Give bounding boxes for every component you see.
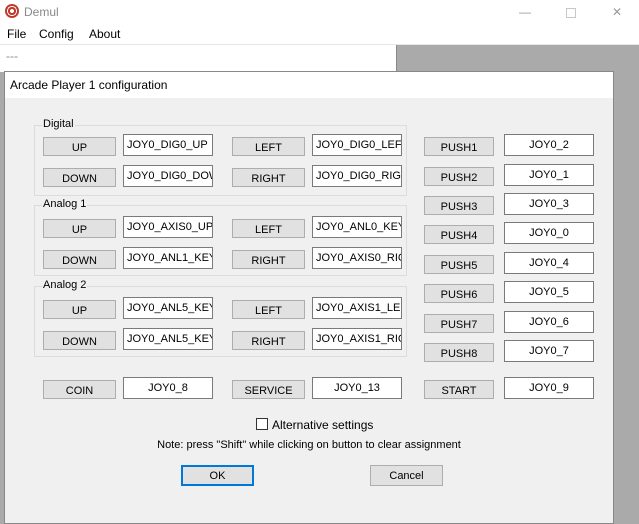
push3-button[interactable]: PUSH3 bbox=[424, 196, 494, 215]
alternative-settings-label[interactable]: Alternative settings bbox=[272, 418, 373, 432]
menu-config[interactable]: Config bbox=[39, 27, 74, 41]
analog1-left-button[interactable]: LEFT bbox=[232, 219, 305, 238]
analog2-left-field[interactable]: JOY0_AXIS1_LEFT bbox=[312, 297, 402, 319]
start-field[interactable]: JOY0_9 bbox=[504, 377, 594, 399]
group-analog2-label: Analog 2 bbox=[42, 279, 88, 291]
service-field[interactable]: JOY0_13 bbox=[312, 377, 402, 399]
digital-right-field[interactable]: JOY0_DIG0_RIGHT bbox=[312, 165, 402, 187]
dialog-title: Arcade Player 1 configuration bbox=[10, 78, 168, 92]
push1-button[interactable]: PUSH1 bbox=[424, 137, 494, 156]
push4-button[interactable]: PUSH4 bbox=[424, 225, 494, 244]
push2-field[interactable]: JOY0_1 bbox=[504, 164, 594, 186]
analog1-up-button[interactable]: UP bbox=[43, 219, 116, 238]
digital-down-field[interactable]: JOY0_DIG0_DOWN bbox=[123, 165, 213, 187]
push8-button[interactable]: PUSH8 bbox=[424, 343, 494, 362]
maximize-button[interactable] bbox=[556, 2, 586, 22]
minimize-button[interactable]: — bbox=[510, 2, 540, 22]
analog2-down-button[interactable]: DOWN bbox=[43, 331, 116, 350]
push7-field[interactable]: JOY0_6 bbox=[504, 311, 594, 333]
analog2-up-field[interactable]: JOY0_ANL5_KEY bbox=[123, 297, 213, 319]
config-dialog: Arcade Player 1 configuration Digital UP… bbox=[4, 71, 614, 524]
analog1-right-button[interactable]: RIGHT bbox=[232, 250, 305, 269]
analog1-up-field[interactable]: JOY0_AXIS0_UP bbox=[123, 216, 213, 238]
digital-right-button[interactable]: RIGHT bbox=[232, 168, 305, 187]
coin-field[interactable]: JOY0_8 bbox=[123, 377, 213, 399]
push2-button[interactable]: PUSH2 bbox=[424, 167, 494, 186]
analog1-left-field[interactable]: JOY0_ANL0_KEY bbox=[312, 216, 402, 238]
analog2-up-button[interactable]: UP bbox=[43, 300, 116, 319]
analog2-left-button[interactable]: LEFT bbox=[232, 300, 305, 319]
analog1-down-button[interactable]: DOWN bbox=[43, 250, 116, 269]
menu-file[interactable]: File bbox=[7, 27, 26, 41]
menubar: File Config About bbox=[0, 24, 639, 45]
note-text: Note: press "Shift" while clicking on bu… bbox=[157, 439, 461, 451]
analog2-down-field[interactable]: JOY0_ANL5_KEY bbox=[123, 328, 213, 350]
analog1-right-field[interactable]: JOY0_AXIS0_RIGHT bbox=[312, 247, 402, 269]
app-logo-icon bbox=[5, 4, 19, 18]
coin-button[interactable]: COIN bbox=[43, 380, 116, 399]
push6-button[interactable]: PUSH6 bbox=[424, 284, 494, 303]
start-button[interactable]: START bbox=[424, 380, 494, 399]
push3-field[interactable]: JOY0_3 bbox=[504, 193, 594, 215]
digital-left-field[interactable]: JOY0_DIG0_LEFT bbox=[312, 134, 402, 156]
analog2-right-button[interactable]: RIGHT bbox=[232, 331, 305, 350]
digital-up-field[interactable]: JOY0_DIG0_UP bbox=[123, 134, 213, 156]
dialog-titlebar: Arcade Player 1 configuration bbox=[5, 72, 613, 98]
push1-field[interactable]: JOY0_2 bbox=[504, 134, 594, 156]
group-digital-label: Digital bbox=[42, 118, 75, 130]
digital-up-button[interactable]: UP bbox=[43, 137, 116, 156]
ok-button[interactable]: OK bbox=[181, 465, 254, 486]
service-button[interactable]: SERVICE bbox=[232, 380, 305, 399]
analog2-right-field[interactable]: JOY0_AXIS1_RIGHT bbox=[312, 328, 402, 350]
digital-left-button[interactable]: LEFT bbox=[232, 137, 305, 156]
digital-down-button[interactable]: DOWN bbox=[43, 168, 116, 187]
analog1-down-field[interactable]: JOY0_ANL1_KEY bbox=[123, 247, 213, 269]
app-titlebar: Demul — ✕ bbox=[0, 0, 639, 24]
push7-button[interactable]: PUSH7 bbox=[424, 314, 494, 333]
push5-button[interactable]: PUSH5 bbox=[424, 255, 494, 274]
app-title: Demul bbox=[24, 5, 59, 19]
push5-field[interactable]: JOY0_4 bbox=[504, 252, 594, 274]
push4-field[interactable]: JOY0_0 bbox=[504, 222, 594, 244]
alternative-settings-checkbox[interactable] bbox=[256, 418, 268, 430]
push8-field[interactable]: JOY0_7 bbox=[504, 340, 594, 362]
cancel-button[interactable]: Cancel bbox=[370, 465, 443, 486]
push6-field[interactable]: JOY0_5 bbox=[504, 281, 594, 303]
maximize-icon bbox=[566, 7, 576, 18]
menu-about[interactable]: About bbox=[89, 27, 120, 41]
group-analog1-label: Analog 1 bbox=[42, 198, 88, 210]
status-text: --- bbox=[6, 49, 18, 63]
status-subwindow: --- bbox=[0, 45, 397, 72]
close-button[interactable]: ✕ bbox=[602, 2, 632, 22]
